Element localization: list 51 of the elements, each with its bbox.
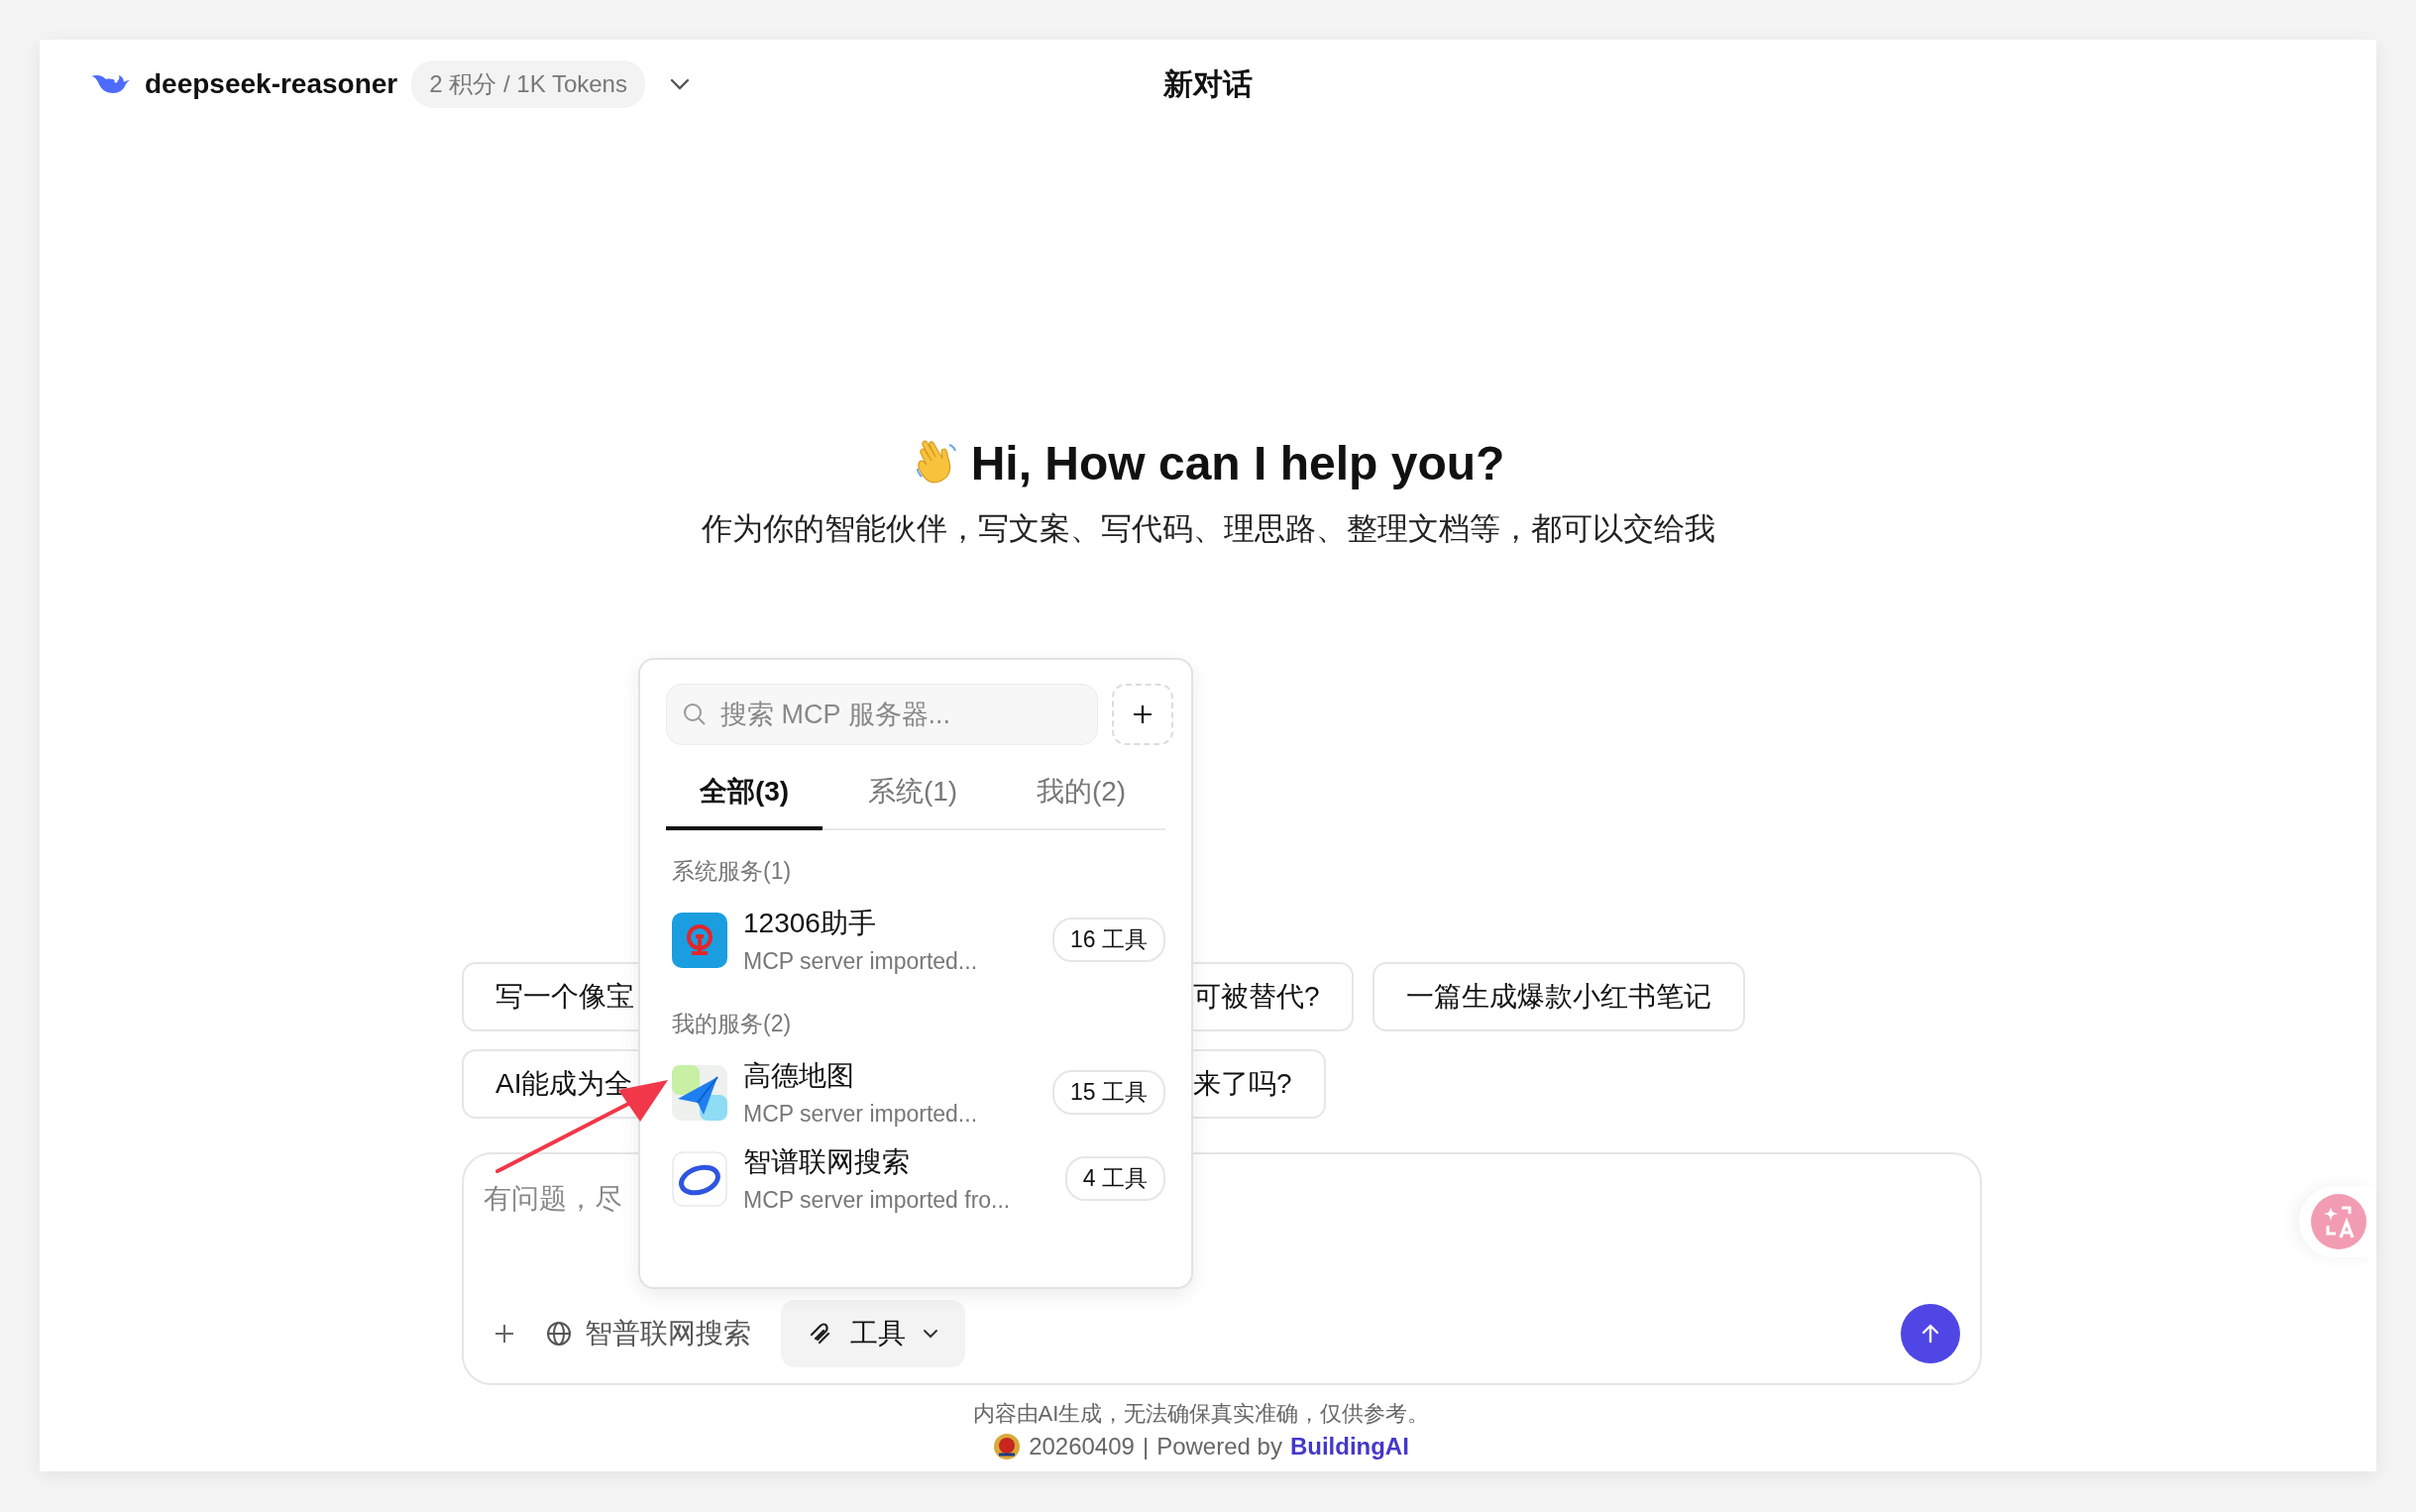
tool-count: 4 工具 <box>1064 1156 1165 1201</box>
brand-link[interactable]: BuildingAI <box>1289 1433 1409 1460</box>
chip-text: 来了吗? <box>1193 1067 1292 1101</box>
server-item[interactable]: 高德地图 MCP server imported... 15 工具 <box>666 1049 1173 1135</box>
ring-logo-icon <box>672 1150 727 1207</box>
page-title: 新对话 <box>1163 65 1253 102</box>
disclaimer: 内容由AI生成，无法确保真实准确，仅供参考。 <box>971 1400 1431 1428</box>
server-name: 12306助手 <box>743 907 877 940</box>
search-field[interactable]: 搜索 MCP 服务器... <box>666 684 1098 745</box>
chevron-down-icon <box>922 1328 939 1340</box>
filter-tab[interactable]: 全部(3) <box>666 759 823 830</box>
plus-icon <box>494 1323 515 1345</box>
model-name[interactable]: deepseek-reasoner <box>145 68 398 100</box>
chevron-down-icon <box>668 77 691 91</box>
server-name: 智谱联网搜索 <box>743 1145 911 1179</box>
tool-count: 15 工具 <box>1052 1070 1165 1115</box>
tools-label: 工具 <box>850 1317 906 1350</box>
web-search-button[interactable]: 智普联网搜索 <box>545 1315 751 1352</box>
paper-plane-icon <box>672 1064 727 1121</box>
emblem-icon <box>993 1433 1022 1460</box>
suggestion-chip[interactable]: 一篇生成爆款小红书笔记 <box>1372 962 1745 1031</box>
filter-tab[interactable]: 系统(1) <box>834 759 991 830</box>
powered-by: Powered by <box>1156 1433 1282 1460</box>
message-placeholder[interactable]: 有问题，尽 <box>484 1180 622 1218</box>
plus-icon <box>1132 703 1153 725</box>
search-icon <box>682 702 708 727</box>
server-item[interactable]: 12306助手 MCP server imported... 16 工具 <box>666 897 1173 983</box>
web-search-label: 智普联网搜索 <box>585 1317 751 1350</box>
server-name: 高德地图 <box>743 1059 855 1093</box>
chip-text: 写一个像宝 <box>495 980 634 1014</box>
translate-widget[interactable] <box>2299 1186 2376 1257</box>
server-description: MCP server imported fro... <box>743 1187 1012 1214</box>
greeting-subtitle: 作为你的智能伙伴，写文案、写代码、理思路、整理文档等，都可以交给我 <box>700 510 1716 548</box>
server-description: MCP server imported... <box>743 948 979 975</box>
globe-icon <box>545 1320 573 1348</box>
rail-logo-icon <box>672 912 727 968</box>
translate-icon <box>2311 1194 2366 1249</box>
greeting-title: Hi, How can I help you? <box>970 436 1505 491</box>
separator: | <box>1142 1433 1150 1460</box>
section-heading: 系统服务(1) <box>672 857 793 886</box>
tool-count: 16 工具 <box>1052 918 1165 962</box>
filter-tab[interactable]: 我的(2) <box>1003 759 1159 830</box>
add-server-button[interactable] <box>1112 684 1173 745</box>
server-item[interactable]: 智谱联网搜索 MCP server imported fro... 4 工具 <box>666 1135 1173 1222</box>
chip-text: 可被替代? <box>1193 980 1320 1014</box>
section-heading: 我的服务(2) <box>672 1010 793 1038</box>
record-number[interactable]: 20260409 <box>1029 1433 1135 1460</box>
tools-button[interactable]: 工具 <box>781 1300 965 1367</box>
send-button[interactable] <box>1901 1304 1960 1363</box>
price-badge: 2 积分 / 1K Tokens <box>411 60 645 108</box>
server-description: MCP server imported... <box>743 1101 979 1128</box>
